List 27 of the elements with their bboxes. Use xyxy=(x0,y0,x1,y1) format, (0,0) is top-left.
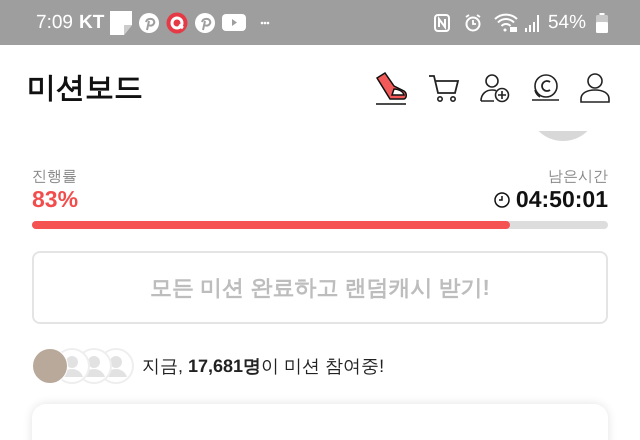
cart-icon[interactable] xyxy=(428,73,460,103)
play-icon xyxy=(222,14,246,31)
carrier-name: KT xyxy=(78,12,104,34)
remaining-label: 남은시간 xyxy=(548,167,608,186)
clock-icon xyxy=(494,192,510,208)
sneaker-icon[interactable] xyxy=(374,71,408,105)
battery-percent: 54% xyxy=(548,12,586,34)
user-icon[interactable] xyxy=(580,73,610,103)
signal-icon xyxy=(524,14,542,32)
participants-text: 지금, 17,681명이 미션 참여중! xyxy=(142,355,384,378)
alarm-icon xyxy=(464,14,482,32)
note-icon xyxy=(110,10,132,34)
battery-icon xyxy=(596,12,608,32)
nfc-icon xyxy=(434,14,450,32)
add-user-icon[interactable] xyxy=(480,73,510,103)
pin-icon xyxy=(194,12,216,34)
remaining-time: 04:50:01 xyxy=(516,186,608,213)
progress-percent: 83% xyxy=(32,186,78,213)
pin-icon xyxy=(138,12,160,34)
coin-icon[interactable] xyxy=(530,73,560,103)
page-title: 미션보드 xyxy=(27,71,144,106)
clock-time: 7:09 xyxy=(36,12,73,34)
avatar-photo-placeholder xyxy=(32,348,68,384)
more-icon xyxy=(260,20,270,24)
wifi-icon xyxy=(494,13,518,32)
app-icon xyxy=(166,12,188,34)
progress-label: 진행률 xyxy=(32,167,77,186)
